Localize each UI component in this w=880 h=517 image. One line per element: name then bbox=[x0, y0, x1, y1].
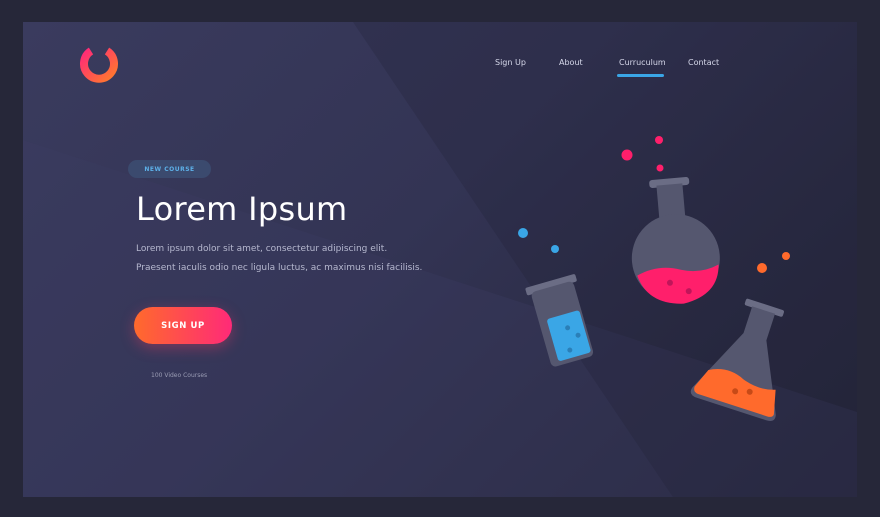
hero-title: Lorem Ipsum bbox=[136, 190, 348, 228]
nav-about[interactable]: About bbox=[559, 58, 583, 67]
active-nav-indicator bbox=[617, 74, 664, 77]
round-flask-icon bbox=[631, 176, 720, 304]
orange-bubble bbox=[757, 263, 767, 273]
chemistry-illustration bbox=[518, 136, 790, 421]
video-courses-note: 100 Video Courses bbox=[151, 372, 208, 379]
sign-up-button[interactable]: SIGN UP bbox=[134, 307, 232, 344]
blue-bubble bbox=[518, 228, 528, 238]
blue-bubble bbox=[551, 245, 559, 253]
main-nav: Sign Up About Curruculum Contact bbox=[23, 58, 857, 88]
beaker-icon bbox=[525, 274, 594, 367]
pink-bubble bbox=[656, 164, 664, 172]
hero-description-line-1: Lorem ipsum dolor sit amet, consectetur … bbox=[136, 244, 388, 254]
hero-section: Sign Up About Curruculum Contact NEW COU… bbox=[23, 22, 857, 497]
nav-contact[interactable]: Contact bbox=[688, 58, 719, 67]
new-course-badge: NEW COURSE bbox=[128, 160, 211, 178]
orange-bubble bbox=[782, 252, 790, 260]
pink-bubble bbox=[621, 149, 633, 161]
nav-curriculum[interactable]: Curruculum bbox=[617, 58, 666, 77]
nav-sign-up[interactable]: Sign Up bbox=[495, 58, 526, 67]
pink-bubble bbox=[655, 136, 663, 144]
erlenmeyer-flask-icon bbox=[690, 298, 784, 421]
hero-description-line-2: Praesent iaculis odio nec ligula luctus,… bbox=[136, 263, 423, 273]
nav-curriculum-label: Curruculum bbox=[619, 58, 666, 67]
